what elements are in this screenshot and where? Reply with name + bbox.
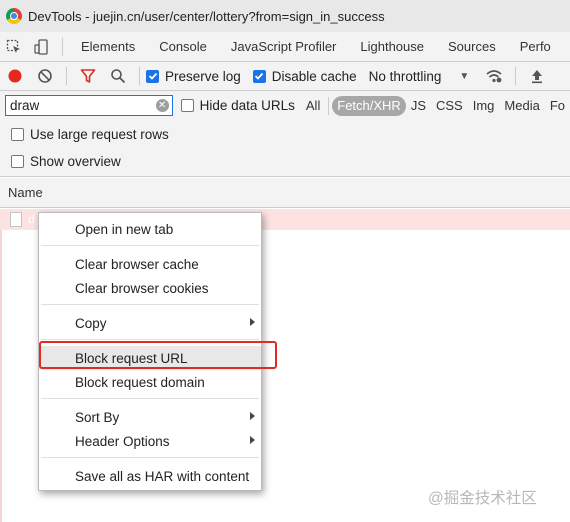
checkbox-box (11, 155, 24, 168)
tab-javascript-profiler[interactable]: JavaScript Profiler (219, 32, 348, 62)
menu-separator (41, 245, 259, 246)
menu-item-block-domain[interactable]: Block request domain (39, 370, 261, 394)
hide-data-urls-label: Hide data URLs (199, 98, 295, 113)
filter-divider (328, 96, 330, 115)
filter-type-all[interactable]: All (301, 96, 325, 116)
preserve-log-label: Preserve log (165, 68, 241, 84)
caret-down-icon: ▼ (459, 70, 470, 82)
filter-input[interactable]: draw ✕ (5, 95, 173, 116)
filter-type-js[interactable]: JS (406, 96, 431, 116)
tab-console[interactable]: Console (147, 32, 219, 62)
checkbox-box (180, 99, 194, 112)
network-conditions-icon[interactable] (479, 62, 509, 91)
menu-item-label: Sort By (75, 409, 120, 425)
preserve-log-checkbox[interactable]: Preserve log (146, 69, 241, 84)
watermark: @掘金技术社区 (428, 490, 537, 507)
menu-item-clear-cache[interactable]: Clear browser cache (39, 252, 261, 276)
menu-item-label: Open in new tab (75, 221, 174, 237)
throttling-select[interactable]: No throttling ▼ (369, 69, 470, 84)
panel-edge (0, 230, 2, 522)
checkbox-box (11, 128, 24, 141)
window-titlebar: DevTools - juejin.cn/user/center/lottery… (0, 0, 570, 32)
menu-item-label: Copy (75, 315, 107, 331)
menu-separator (41, 339, 259, 340)
menu-item-save-har[interactable]: Save all as HAR with content (39, 464, 261, 488)
menu-item-clear-cookies[interactable]: Clear browser cookies (39, 276, 261, 300)
menu-item-label: Block request domain (75, 374, 205, 390)
network-toolbar: Preserve log Disable cache No throttling… (0, 62, 570, 91)
toolbar-divider (66, 67, 67, 85)
filter-type-font[interactable]: Fo (545, 96, 570, 116)
clear-icon[interactable] (30, 62, 60, 91)
throttling-value: No throttling (368, 68, 442, 84)
name-column-label: Name (8, 185, 43, 200)
tab-performance[interactable]: Perfo (508, 32, 563, 62)
window-title: DevTools - juejin.cn/user/center/lottery… (28, 8, 385, 24)
menu-item-label: Clear browser cache (75, 256, 199, 272)
toolbar-divider (515, 67, 517, 85)
network-options: Use large request rows Show overview (0, 120, 570, 177)
chrome-icon (6, 8, 22, 24)
highlight-annotation (39, 341, 277, 369)
filter-input-value: draw (10, 98, 40, 113)
panel-tabs: Elements Console JavaScript Profiler Lig… (0, 32, 570, 62)
menu-item-label: Header Options (75, 433, 170, 449)
checkmark-icon (146, 69, 159, 83)
hide-data-urls-checkbox[interactable]: Hide data URLs (180, 98, 295, 113)
disable-cache-label: Disable cache (271, 68, 357, 84)
toolbar-divider (139, 67, 140, 85)
record-icon[interactable] (0, 62, 30, 91)
clear-filter-icon[interactable]: ✕ (155, 99, 169, 112)
tab-sources[interactable]: Sources (436, 32, 508, 62)
device-toolbar-icon[interactable] (28, 32, 56, 62)
show-overview-checkbox[interactable]: Show overview (11, 154, 121, 169)
show-overview-label: Show overview (30, 154, 121, 169)
menu-item-label: Clear browser cookies (75, 280, 209, 296)
menu-item-open-new-tab[interactable]: Open in new tab (39, 217, 261, 241)
filter-bar: draw ✕ Hide data URLs All Fetch/XHR JS C… (0, 91, 570, 120)
filter-type-css[interactable]: CSS (431, 96, 468, 116)
inspect-element-icon[interactable] (0, 32, 28, 62)
disable-cache-checkbox[interactable]: Disable cache (252, 68, 357, 84)
filter-type-media[interactable]: Media (499, 96, 544, 116)
import-har-icon[interactable] (522, 62, 552, 91)
search-icon[interactable] (103, 62, 133, 91)
filter-type-img[interactable]: Img (468, 96, 500, 116)
menu-item-sort-by[interactable]: Sort By (39, 405, 261, 429)
menu-separator (41, 457, 259, 458)
submenu-arrow-icon (250, 318, 255, 326)
menu-item-header-options[interactable]: Header Options (39, 429, 261, 453)
filter-icon[interactable] (73, 62, 103, 91)
tab-elements[interactable]: Elements (69, 32, 147, 62)
filter-type-fetch-xhr[interactable]: Fetch/XHR (332, 95, 406, 116)
menu-item-label: Save all as HAR with content (75, 468, 250, 484)
checkmark-icon (252, 69, 266, 83)
large-rows-label: Use large request rows (30, 127, 169, 142)
name-column-header[interactable]: Name (0, 178, 570, 208)
large-rows-checkbox[interactable]: Use large request rows (11, 127, 169, 142)
request-name: d (28, 212, 35, 226)
toolbar-divider (62, 37, 63, 56)
menu-separator (41, 304, 259, 305)
menu-separator (41, 398, 259, 399)
submenu-arrow-icon (250, 436, 255, 444)
tab-lighthouse[interactable]: Lighthouse (348, 32, 436, 62)
menu-item-copy[interactable]: Copy (39, 311, 261, 335)
submenu-arrow-icon (250, 412, 255, 420)
file-icon (10, 212, 22, 227)
